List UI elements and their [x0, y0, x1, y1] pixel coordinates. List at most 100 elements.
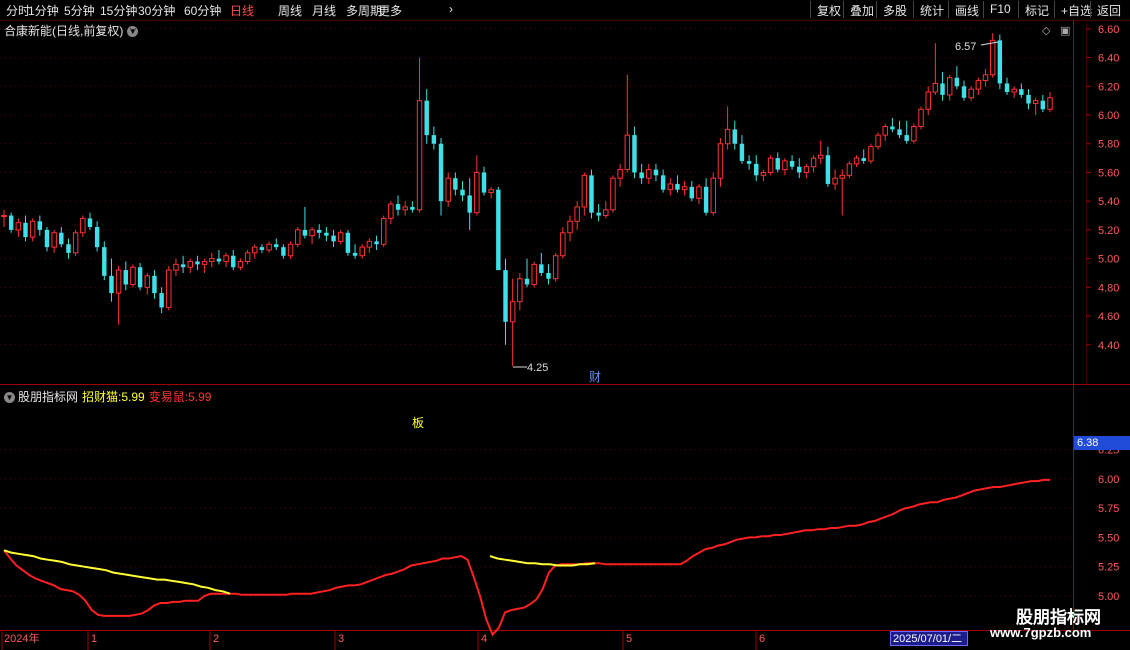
toolbar-button-5[interactable]: F10	[983, 1, 1017, 18]
main-grid: 4.40 4.60 4.80 5.00 5.20 5.40 5.60 5.80 6.00 6.20…	[0, 24, 1119, 352]
candle-body	[797, 166, 802, 173]
toolbar: 分时 1分钟 5分钟 15分钟 30分钟 60分钟 日线 周线 月线 多周期 更多 › 复权 叠加 多股 统计…	[0, 0, 1130, 21]
candle-body	[539, 264, 544, 273]
candle-body	[632, 135, 637, 173]
candle-body	[775, 158, 780, 170]
candle-body	[302, 229, 308, 236]
window-icon[interactable]: ▣	[1060, 25, 1070, 37]
period-4[interactable]: 30分钟	[138, 2, 175, 19]
candle-body	[1004, 83, 1010, 93]
series2-value: 5.99	[188, 390, 212, 404]
candle-body	[832, 177, 838, 185]
candle-body	[997, 40, 1003, 84]
candle-body	[653, 169, 659, 176]
watermark-url: www.7gpzb.com	[990, 625, 1092, 640]
toolbar-button-1[interactable]: 叠加	[843, 1, 880, 18]
candle-body	[37, 221, 43, 230]
candle-body	[173, 263, 179, 271]
toolbar-button-2[interactable]: 多股	[876, 1, 913, 18]
candle-body	[982, 74, 989, 82]
candle-body	[352, 252, 358, 256]
candle-body	[23, 222, 28, 238]
chart-canvas[interactable]: 4.40 4.60 4.80 5.00 5.20 5.40 5.60 5.80 6.00 6.20…	[0, 0, 1130, 650]
candle-body	[281, 247, 286, 256]
candle-body	[681, 186, 688, 191]
candle-body	[309, 229, 315, 237]
ind-ytick-label: 5.25	[1098, 562, 1119, 574]
ind-ytick-label: 5.50	[1098, 532, 1119, 544]
candle-body	[911, 126, 917, 142]
series1-label: 招财猫:	[82, 390, 122, 404]
candle-body	[868, 146, 874, 162]
toolbar-button-6[interactable]: 标记	[1018, 1, 1055, 18]
candle-body	[274, 244, 279, 248]
x-month-label: 5	[626, 633, 632, 645]
chevron-down-icon[interactable]: ▼	[127, 26, 139, 38]
period-6[interactable]: 日线	[230, 2, 254, 19]
series2-label: 变易鼠:	[148, 390, 189, 404]
candle-body	[789, 160, 795, 167]
main-ytick-label: 4.60	[1098, 311, 1119, 323]
main-ytick-label: 5.40	[1098, 196, 1119, 208]
x-month-label: 3	[338, 633, 344, 645]
toolbar-button-4[interactable]: 画线	[948, 1, 985, 18]
candle-body	[717, 143, 724, 179]
period-9[interactable]: 多周期	[346, 2, 382, 19]
period-1[interactable]: 1分钟	[28, 2, 59, 19]
candle-body	[925, 91, 931, 110]
candle-body	[44, 229, 50, 248]
x-month-label: 6	[759, 633, 765, 645]
candle-body	[932, 82, 939, 93]
candle-body	[589, 175, 594, 213]
main-chart-title: 合康新能(日线,前复权) ▼	[4, 22, 139, 39]
candle-body	[818, 154, 824, 159]
candle-body	[152, 275, 157, 294]
period-10[interactable]: 更多	[378, 2, 402, 19]
period-0[interactable]: 分时	[6, 2, 30, 19]
candle-body	[201, 260, 208, 265]
toolbar-button-8[interactable]: 返回	[1090, 1, 1127, 18]
candle-body	[904, 135, 909, 141]
candle-body	[882, 126, 888, 136]
candle-body	[424, 100, 429, 136]
candle-body	[596, 212, 601, 216]
chevron-down-icon[interactable]: ▼	[4, 392, 15, 404]
indicator-lines	[3, 478, 1050, 637]
candle-body	[345, 232, 351, 253]
candle-body	[166, 269, 172, 308]
candle-body	[130, 266, 136, 285]
candle-body	[610, 177, 616, 211]
toolbar-button-3[interactable]: 统计	[913, 1, 950, 18]
period-2[interactable]: 5分钟	[64, 2, 95, 19]
candle-body	[1019, 89, 1024, 95]
cursor-date: 2025/07/01/二	[890, 631, 968, 646]
candle-body	[287, 243, 294, 257]
candle-body	[209, 258, 215, 262]
candle-body	[324, 232, 329, 236]
diamond-icon[interactable]: ◇	[1042, 25, 1051, 37]
candle-body	[975, 80, 982, 90]
x-axis: 2024年 1 2 3 4 5 6	[1, 631, 765, 650]
candle-body	[552, 255, 559, 280]
indicator-grid: 5.005.255.505.756.006.25	[0, 444, 1119, 603]
candle-body	[488, 189, 494, 194]
candle-body	[496, 189, 501, 271]
candle-body	[59, 232, 64, 245]
candle-body	[546, 272, 551, 279]
candle-body	[453, 178, 458, 190]
candle-body	[1, 215, 7, 218]
candle-body	[237, 260, 244, 268]
ban-marker: 板	[412, 416, 424, 430]
ind-ytick-label: 5.75	[1098, 503, 1119, 515]
candle-body	[109, 275, 114, 294]
candle-body	[402, 206, 408, 211]
period-3[interactable]: 15分钟	[100, 2, 137, 19]
period-7[interactable]: 周线	[278, 2, 302, 19]
candle-body	[80, 217, 86, 234]
chevron-right-icon[interactable]: ›	[449, 2, 453, 16]
period-8[interactable]: 月线	[312, 2, 336, 19]
toolbar-button-0[interactable]: 复权	[810, 1, 847, 18]
candle-body	[531, 263, 537, 285]
candle-body	[8, 215, 14, 230]
period-5[interactable]: 60分钟	[184, 2, 221, 19]
